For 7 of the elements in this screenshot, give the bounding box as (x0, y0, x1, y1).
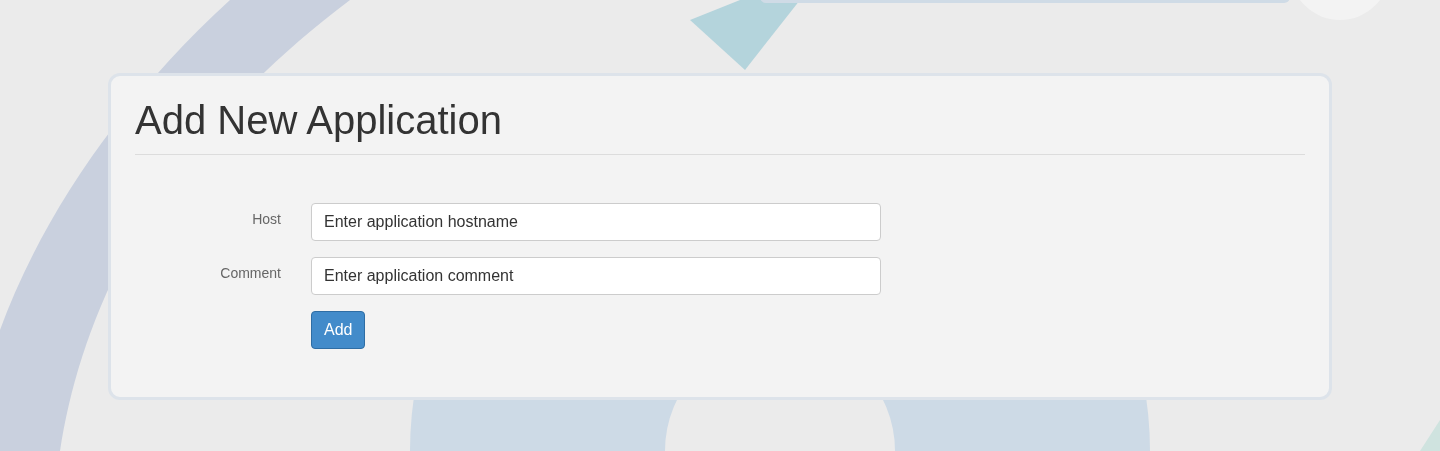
field-label: Comment (219, 264, 281, 281)
field-label: Host (251, 210, 281, 227)
add-button[interactable]: Add (311, 311, 366, 349)
page-title: Add New Application (135, 98, 1305, 155)
corner-shape (1420, 420, 1440, 451)
input-field[interactable]: Enter application hostname (311, 203, 881, 241)
input-field[interactable]: Enter application comment (311, 257, 881, 295)
